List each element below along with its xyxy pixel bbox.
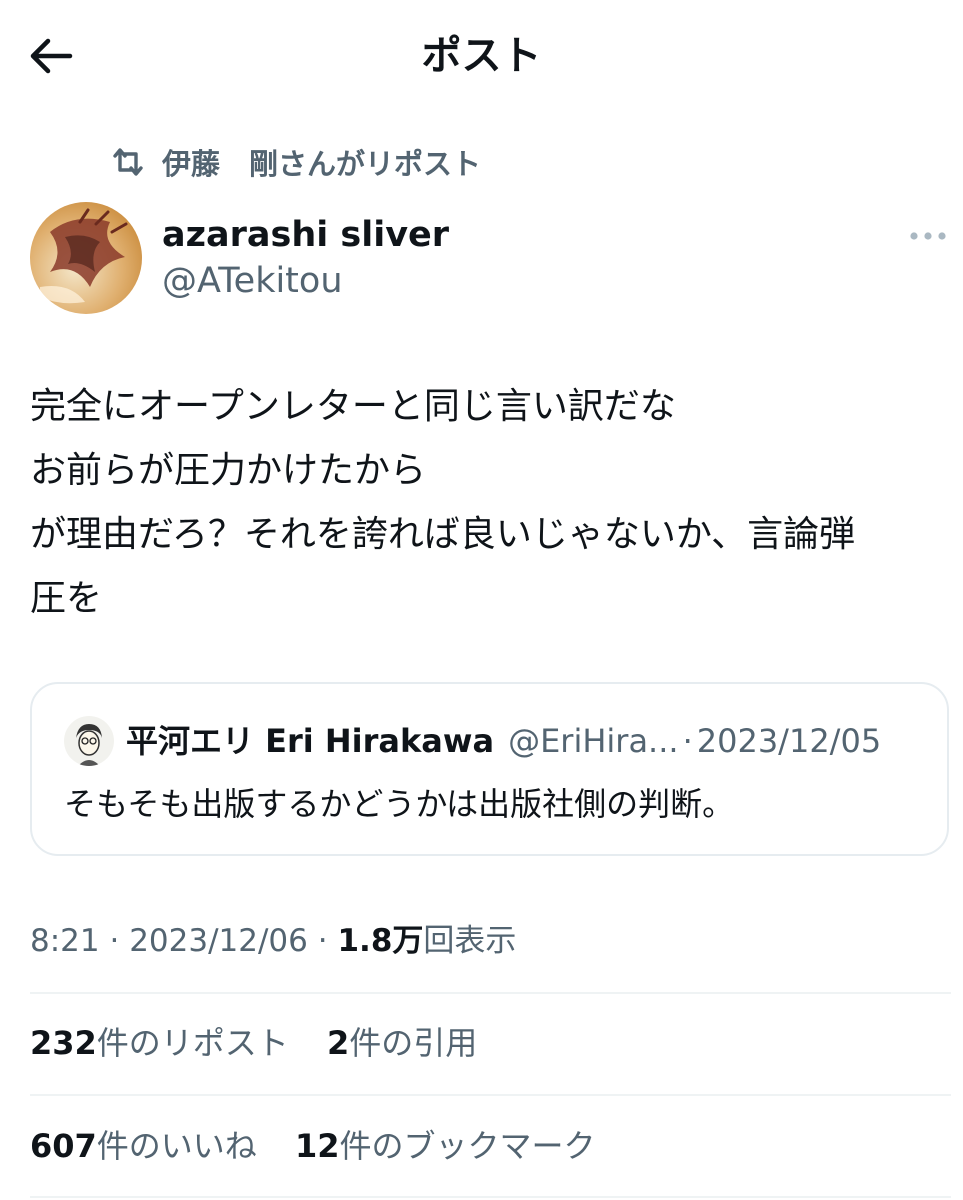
divider (30, 1196, 951, 1198)
bookmarks-count: 12 (294, 1127, 340, 1165)
views-count: 1.8万 (337, 923, 424, 959)
author-avatar[interactable] (30, 202, 142, 314)
stats-row-likes: 607件のいいね 12件のブックマーク (30, 1122, 624, 1170)
repost-icon (108, 142, 148, 182)
quote-author-handle: @EriHira... (508, 722, 679, 760)
reposts-stat[interactable]: 232件のリポスト (30, 1024, 289, 1062)
bookmarks-stat[interactable]: 12件のブックマーク (295, 1127, 596, 1165)
divider (30, 1094, 951, 1096)
author-name[interactable]: azarashi sliver (162, 212, 449, 258)
views-label: 回表示 (423, 923, 517, 959)
quote-author-name: 平河エリ Eri Hirakawa (126, 722, 495, 760)
likes-label: 件のいいね (96, 1127, 257, 1165)
likes-stat[interactable]: 607件のいいね (30, 1127, 257, 1165)
reposts-count: 232 (30, 1024, 97, 1062)
quote-text: そもそも出版するかどうかは出版社側の判断。 (64, 785, 735, 823)
quote-separator: · (682, 722, 693, 760)
more-dots-icon (910, 232, 946, 240)
quoted-post[interactable]: 平河エリ Eri Hirakawa @EriHira... · 2023/12/… (30, 682, 949, 856)
quote-date: 2023/12/05 (696, 722, 882, 760)
quotes-count: 2 (326, 1024, 350, 1062)
repost-context-text: 伊藤 剛さんがリポスト (162, 147, 482, 181)
quotes-label: 件の引用 (349, 1024, 478, 1062)
stats-row-reposts: 232件のリポスト 2件の引用 (30, 1019, 505, 1067)
quotes-stat[interactable]: 2件の引用 (327, 1024, 477, 1062)
quote-header: 平河エリ Eri Hirakawa @EriHira... · 2023/12/… (126, 718, 881, 764)
more-options-button[interactable] (900, 220, 956, 252)
author-handle[interactable]: @ATekitou (162, 258, 343, 304)
quote-author-avatar (64, 716, 114, 766)
post-text: 完全にオープンレターと同じ言い訳だな お前らが圧力かけたから が理由だろ？それを… (30, 386, 856, 619)
likes-count: 607 (30, 1127, 97, 1165)
divider (30, 992, 951, 994)
post-meta: 8:21 · 2023/12/06 · 1.8万回表示 (30, 918, 516, 964)
post-time: 8:21 (30, 923, 100, 959)
top-bar: ポスト (0, 0, 963, 110)
reposts-label: 件のリポスト (96, 1024, 289, 1062)
post-date: 2023/12/06 (129, 923, 308, 959)
page-title: ポスト (421, 33, 542, 79)
repost-context[interactable]: 伊藤 剛さんがリポスト (108, 138, 481, 186)
bookmarks-label: 件のブックマーク (339, 1127, 596, 1165)
meta-separator-2: · (317, 923, 328, 959)
meta-separator-1: · (109, 923, 120, 959)
